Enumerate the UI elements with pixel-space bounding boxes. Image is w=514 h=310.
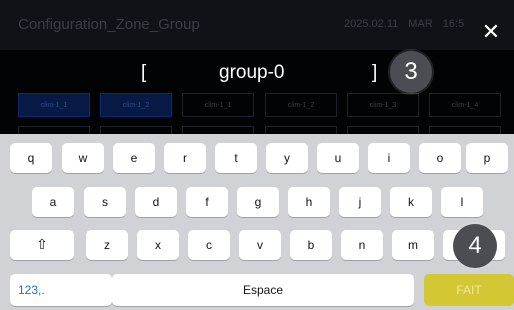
zone-tile: clim-1_4 — [429, 93, 501, 117]
key-b[interactable]: b — [290, 230, 332, 260]
shift-key[interactable]: ⇧ — [10, 230, 74, 260]
key-q[interactable]: q — [10, 143, 52, 173]
zone-tile: clim-1_2 — [265, 93, 337, 117]
app-header: Configuration_Zone_Group 2025.02.11 MAR … — [0, 0, 514, 50]
key-c[interactable]: c — [188, 230, 230, 260]
key-k[interactable]: k — [390, 187, 432, 217]
step-marker-4: 4 — [453, 224, 497, 268]
header-datetime: 2025.02.11 MAR 16:5 — [344, 18, 464, 30]
space-key[interactable]: Espace — [112, 274, 414, 306]
key-s[interactable]: s — [84, 187, 126, 217]
key-r[interactable]: r — [164, 143, 206, 173]
key-o[interactable]: o — [419, 143, 461, 173]
key-g[interactable]: g — [237, 187, 279, 217]
key-w[interactable]: w — [62, 143, 104, 173]
done-button[interactable]: FAIT — [424, 274, 514, 306]
key-f[interactable]: f — [186, 187, 228, 217]
key-d[interactable]: d — [135, 187, 177, 217]
bracket-right: ] — [372, 62, 378, 83]
shift-icon: ⇧ — [36, 237, 48, 253]
key-p[interactable]: p — [466, 143, 508, 173]
header-day: MAR — [408, 18, 433, 30]
zone-tile: clim-1_3 — [347, 93, 419, 117]
key-y[interactable]: y — [266, 143, 308, 173]
key-i[interactable]: i — [368, 143, 410, 173]
zone-tile: clim-1_1 — [18, 93, 90, 117]
key-l[interactable]: l — [441, 187, 483, 217]
key-j[interactable]: j — [339, 187, 381, 217]
key-u[interactable]: u — [317, 143, 359, 173]
bracket-left: [ — [141, 62, 147, 83]
key-e[interactable]: e — [113, 143, 155, 173]
zone-grid: clim-1_1 clim-1_2 clim-1_1 clim-1_2 clim… — [18, 93, 502, 138]
step-marker-3: 3 — [390, 51, 432, 93]
key-z[interactable]: z — [86, 230, 128, 260]
header-date: 2025.02.11 — [344, 18, 399, 30]
key-m[interactable]: m — [392, 230, 434, 260]
on-screen-keyboard: q w e r t y u i o p a s d f g h j k l ⇧ … — [0, 134, 514, 310]
zone-tile: clim-1_2 — [100, 93, 172, 117]
zone-tile: clim-1_1 — [182, 93, 254, 117]
close-icon[interactable]: ✕ — [478, 20, 504, 46]
group-name-value: group-0 — [219, 62, 285, 83]
group-name-display: [ group-0 ] — [0, 58, 514, 90]
key-t[interactable]: t — [215, 143, 257, 173]
key-x[interactable]: x — [137, 230, 179, 260]
app-screen: Configuration_Zone_Group 2025.02.11 MAR … — [0, 0, 514, 310]
key-h[interactable]: h — [288, 187, 330, 217]
numbers-key[interactable]: 123,. — [10, 274, 112, 306]
key-v[interactable]: v — [239, 230, 281, 260]
key-a[interactable]: a — [32, 187, 74, 217]
key-n[interactable]: n — [341, 230, 383, 260]
page-title: Configuration_Zone_Group — [18, 16, 200, 33]
header-time: 16:5 — [442, 18, 465, 30]
